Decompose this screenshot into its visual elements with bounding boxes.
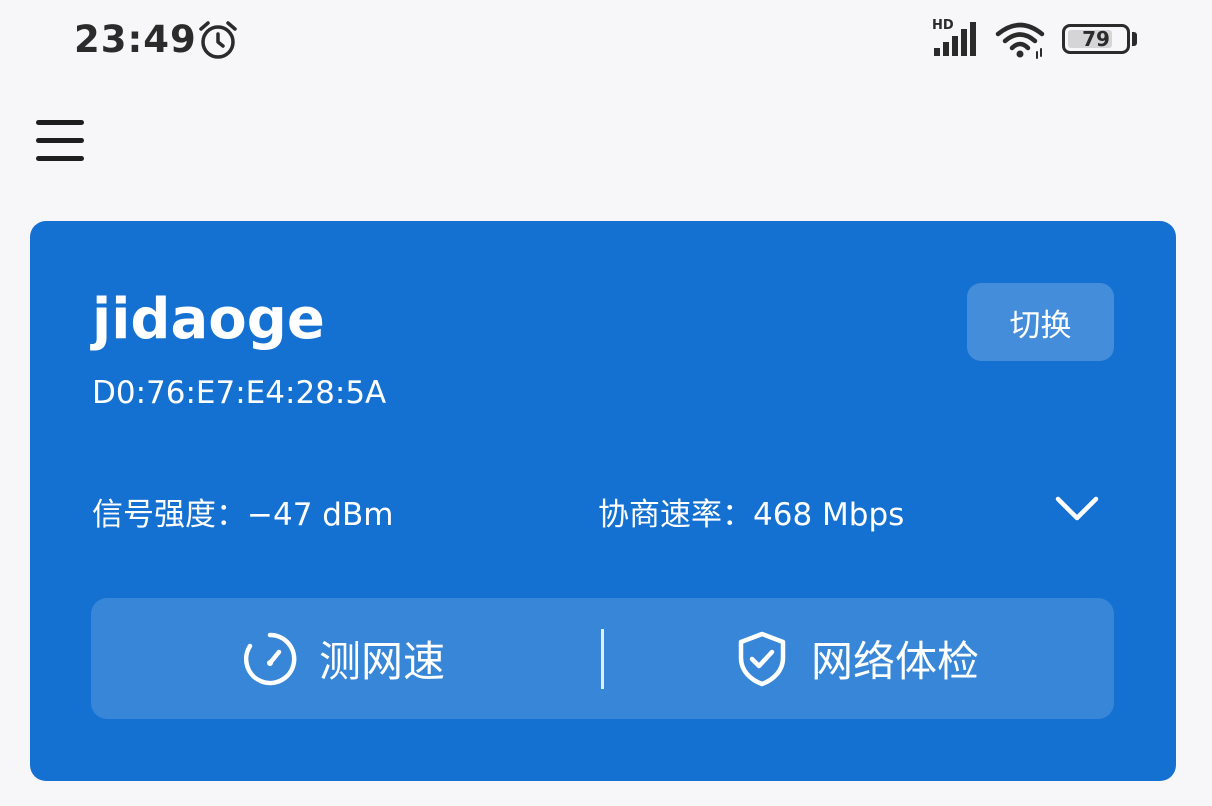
alarm-icon bbox=[199, 21, 237, 59]
menu-icon-bar bbox=[36, 138, 84, 143]
speed-test-label: 测网速 bbox=[319, 637, 446, 686]
action-divider bbox=[601, 629, 604, 689]
cellular-signal-icon: HD bbox=[932, 18, 982, 58]
chevron-down-icon[interactable] bbox=[1050, 489, 1104, 529]
status-time: 23:49 bbox=[74, 18, 197, 61]
switch-network-button[interactable]: 切换 bbox=[967, 283, 1114, 361]
battery-tip bbox=[1132, 32, 1137, 46]
network-check-button[interactable]: 网络体检 bbox=[733, 598, 979, 719]
menu-icon[interactable] bbox=[30, 110, 90, 170]
battery-level: 79 bbox=[1082, 27, 1110, 51]
shield-check-icon bbox=[738, 631, 786, 686]
menu-icon-bar bbox=[36, 120, 84, 125]
wifi-info-card: jidaoge D0:76:E7:E4:28:5A 切换 信号强度：−47 dB… bbox=[30, 221, 1176, 781]
action-bar: 测网速 网络体检 bbox=[91, 598, 1114, 719]
wifi-bssid: D0:76:E7:E4:28:5A bbox=[92, 375, 387, 411]
speedometer-icon bbox=[243, 632, 297, 685]
battery-icon: 79 bbox=[1062, 24, 1130, 54]
status-bar: 23:49 HD 79 bbox=[0, 0, 1212, 82]
menu-icon-bar bbox=[36, 156, 84, 161]
signal-strength-text: 信号强度：−47 dBm bbox=[92, 497, 394, 533]
network-check-label: 网络体检 bbox=[811, 637, 980, 686]
wifi-icon bbox=[995, 22, 1045, 59]
link-rate-text: 协商速率：468 Mbps bbox=[598, 497, 905, 533]
speed-test-button[interactable]: 测网速 bbox=[241, 598, 445, 719]
wifi-ssid: jidaoge bbox=[92, 287, 325, 352]
